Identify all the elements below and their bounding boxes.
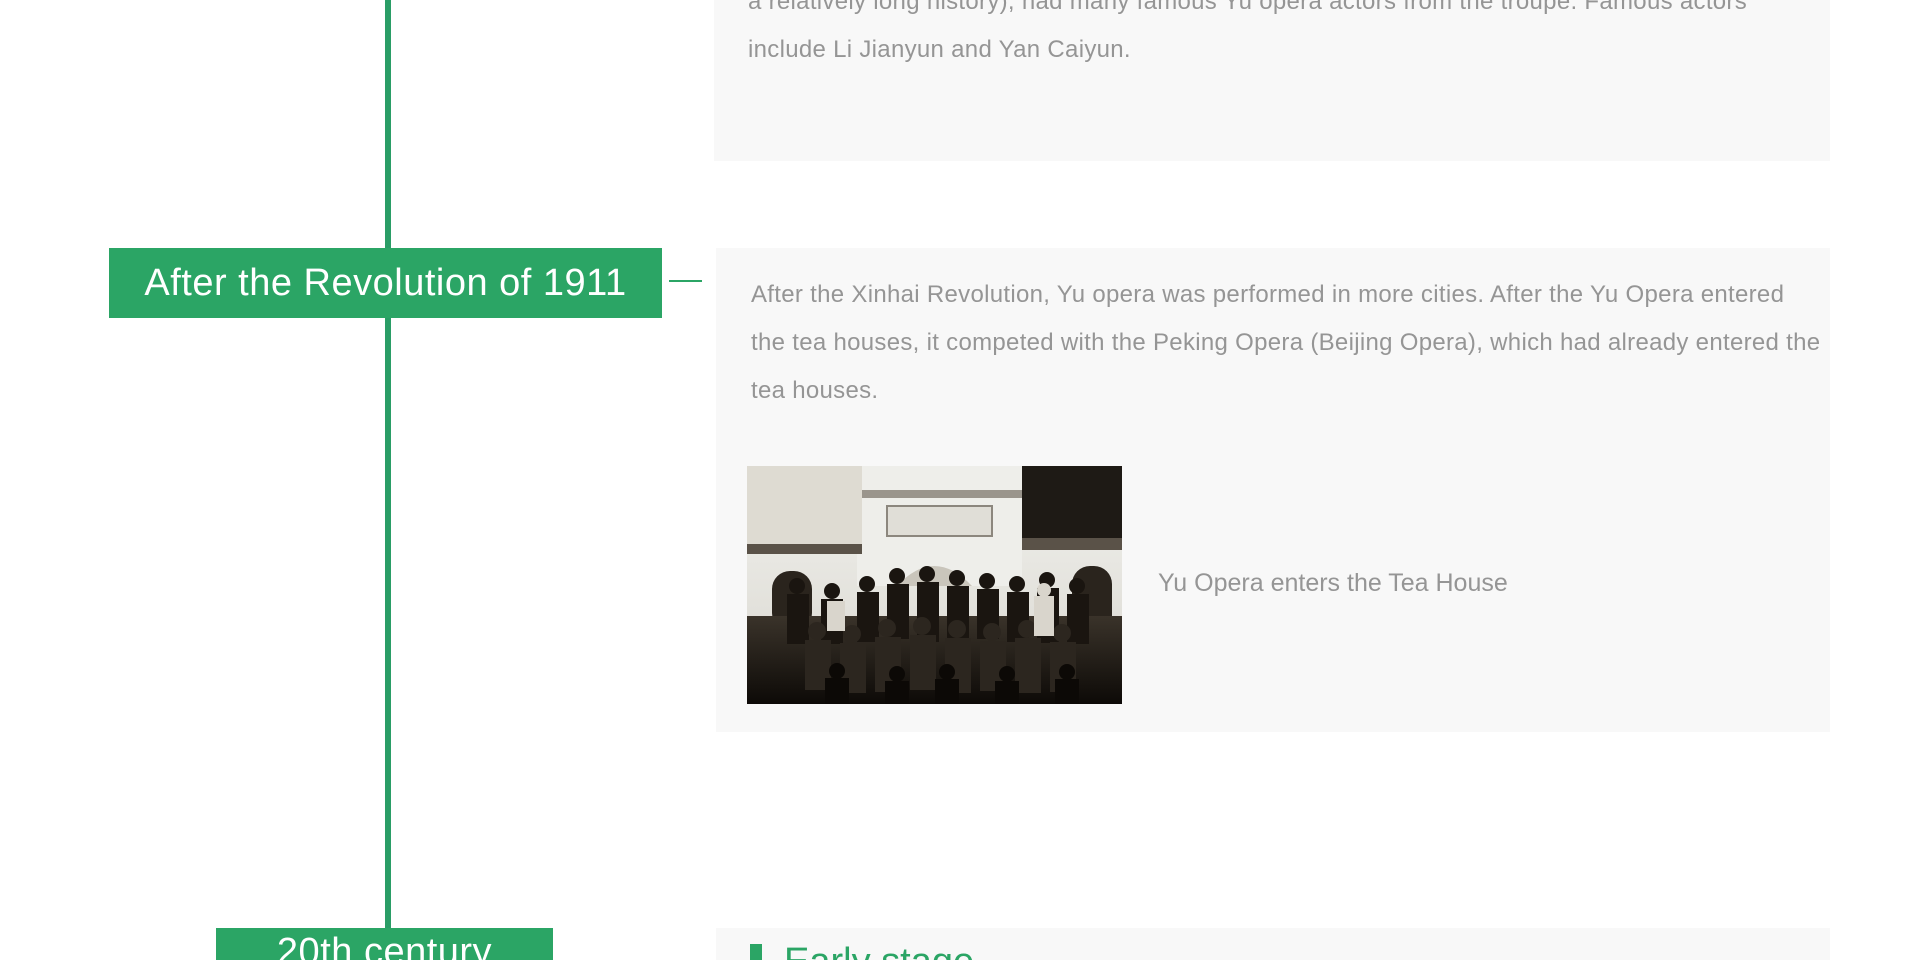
- section-title-early-stage: Early stage: [784, 938, 974, 960]
- timeline-line: [385, 0, 391, 960]
- entry-card-20th-century: Early stage: [716, 928, 1830, 960]
- section-marker: [750, 944, 762, 960]
- timeline-page: a relatively long history), had many fam…: [0, 0, 1920, 960]
- previous-entry-text: a relatively long history), had many fam…: [748, 0, 1748, 63]
- entry-card-1911: After the Xinhai Revolution, Yu opera wa…: [716, 248, 1830, 732]
- photo-caption: Yu Opera enters the Tea House: [1158, 569, 1508, 597]
- era-label-20th-century[interactable]: 20th century: [216, 928, 553, 960]
- tea-house-photo: [747, 466, 1122, 704]
- era-label-1911[interactable]: After the Revolution of 1911: [109, 248, 662, 318]
- entry-text-1911: After the Xinhai Revolution, Yu opera wa…: [751, 281, 1821, 404]
- era-connector: [669, 280, 702, 282]
- previous-entry-card: a relatively long history), had many fam…: [714, 0, 1830, 161]
